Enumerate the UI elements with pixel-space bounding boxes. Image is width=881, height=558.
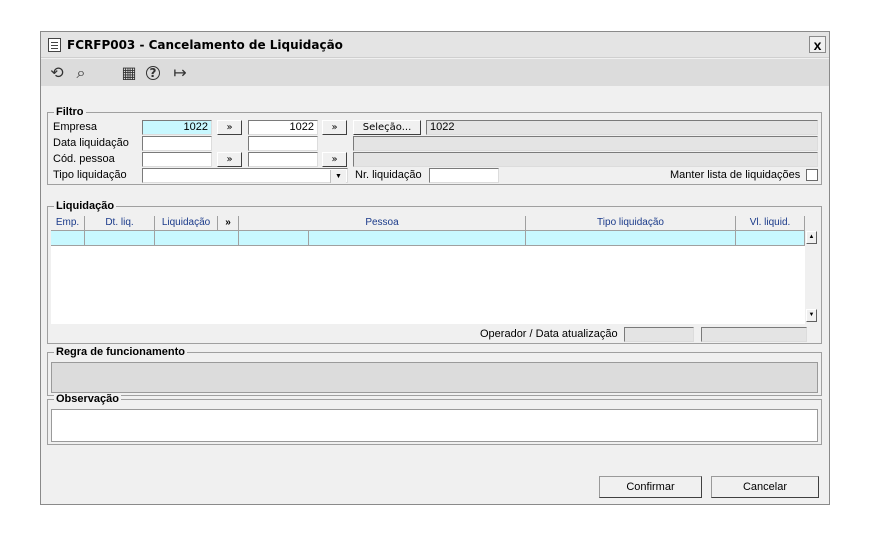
table-row-cell[interactable]	[309, 231, 526, 246]
cod-pessoa-to-input[interactable]	[248, 152, 318, 167]
tipo-liquidacao-select[interactable]: ▼	[142, 168, 348, 183]
liquidacao-grid: Emp. Dt. liq. Liquidação » Pessoa Tipo l…	[51, 216, 805, 324]
calendar-icon[interactable]: ▦	[119, 63, 139, 83]
regra-text-area	[51, 362, 818, 393]
main-window: FCRFP003 - Cancelamento de Liquidação x …	[40, 31, 830, 505]
nr-liquidacao-input[interactable]	[429, 168, 499, 183]
cod-pessoa-range-button[interactable]: »	[217, 152, 242, 167]
filtro-legend: Filtro	[54, 106, 86, 118]
manter-lista-label: Manter lista de liquidações	[670, 169, 801, 181]
data-atualizacao-field	[701, 327, 807, 342]
table-row-cell[interactable]	[239, 231, 309, 246]
observacao-textarea[interactable]	[51, 409, 818, 442]
cod-pessoa-label: Cód. pessoa	[53, 153, 115, 165]
grid-vertical-scrollbar[interactable]: ▲ ▼	[805, 230, 818, 323]
table-row-cell[interactable]	[85, 231, 155, 246]
table-row-cell[interactable]	[155, 231, 239, 246]
empresa-from-input[interactable]: 1022	[142, 120, 212, 135]
data-liquidacao-label: Data liquidação	[53, 137, 129, 149]
col-header-pessoa[interactable]: Pessoa	[239, 216, 526, 231]
cod-pessoa-from-input[interactable]	[142, 152, 212, 167]
nr-liquidacao-label: Nr. liquidação	[355, 169, 422, 181]
empresa-range-button[interactable]: »	[217, 120, 242, 135]
manter-lista-checkbox[interactable]	[806, 169, 818, 181]
data-liquidacao-from-input[interactable]	[142, 136, 212, 151]
confirmar-button[interactable]: Confirmar	[599, 476, 702, 498]
observacao-group: Observação	[47, 393, 822, 445]
data-liquidacao-to-input[interactable]	[248, 136, 318, 151]
table-row-cell[interactable]	[51, 231, 85, 246]
operador-field	[624, 327, 694, 342]
selecao-button[interactable]: Seleção...	[353, 120, 421, 135]
col-header-tipo-liquidacao[interactable]: Tipo liquidação	[526, 216, 736, 231]
col-header-dt-liq[interactable]: Dt. liq.	[85, 216, 155, 231]
regra-group: Regra de funcionamento	[47, 346, 822, 396]
tipo-liquidacao-label: Tipo liquidação	[53, 169, 127, 181]
search-icon[interactable]: ⌕	[71, 63, 91, 83]
table-row-cell[interactable]	[526, 231, 736, 246]
filtro-group: Filtro Empresa 1022 » 1022 » Seleção... …	[47, 106, 822, 185]
table-row-cell[interactable]	[736, 231, 805, 246]
scroll-up-icon[interactable]: ▲	[806, 231, 817, 244]
app-document-icon	[48, 38, 61, 52]
cancelar-button[interactable]: Cancelar	[711, 476, 819, 498]
chevron-down-icon[interactable]: ▼	[330, 170, 346, 183]
operador-data-label: Operador / Data atualização	[480, 328, 618, 340]
observacao-legend: Observação	[54, 393, 121, 405]
col-header-vl-liquid[interactable]: Vl. liquid.	[736, 216, 805, 231]
undo-icon[interactable]: ⟲	[47, 63, 67, 83]
close-button[interactable]: x	[809, 36, 826, 53]
title-bar: FCRFP003 - Cancelamento de Liquidação x	[41, 32, 829, 58]
window-title: FCRFP003 - Cancelamento de Liquidação	[67, 38, 343, 52]
col-header-liquidacao[interactable]: Liquidação	[155, 216, 218, 231]
col-header-expand-button[interactable]: »	[218, 216, 239, 231]
liquidacao-group: Liquidação Emp. Dt. liq. Liquidação » Pe…	[47, 200, 822, 344]
empresa-to-input[interactable]: 1022	[248, 120, 318, 135]
regra-legend: Regra de funcionamento	[54, 346, 187, 358]
cod-pessoa-to-range-button[interactable]: »	[322, 152, 347, 167]
liquidacao-legend: Liquidação	[54, 200, 117, 212]
empresa-to-range-button[interactable]: »	[322, 120, 347, 135]
grid-empty-area[interactable]	[51, 246, 805, 324]
toolbar: ⟲ ⌕ ▦ ? ↦	[41, 59, 829, 86]
scroll-down-icon[interactable]: ▼	[806, 309, 817, 322]
cod-pessoa-info-field	[353, 152, 818, 167]
col-header-emp[interactable]: Emp.	[51, 216, 85, 231]
exit-icon[interactable]: ↦	[170, 63, 190, 83]
help-icon[interactable]: ?	[146, 66, 160, 80]
selecao-value-field: 1022	[426, 120, 818, 135]
empresa-label: Empresa	[53, 121, 98, 133]
data-liquidacao-info-field	[353, 136, 818, 151]
